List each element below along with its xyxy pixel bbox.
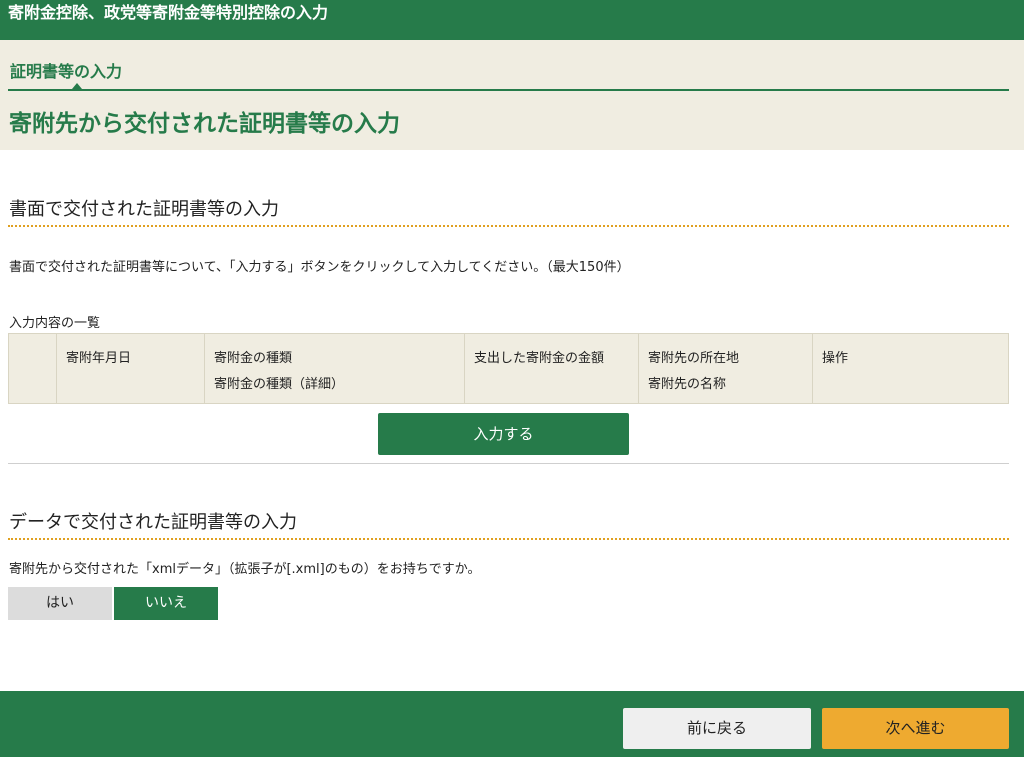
paper-section-divider xyxy=(8,225,1009,227)
header-address-label: 寄附先の所在地 xyxy=(648,351,740,366)
data-section-heading: データで交付された証明書等の入力 xyxy=(9,512,297,533)
table-header-cell-date: 寄附年月日 xyxy=(57,334,205,403)
header-date-label: 寄附年月日 xyxy=(66,351,132,366)
step-caret-icon xyxy=(72,83,82,89)
table-header-cell-recipient: 寄附先の所在地 寄附先の名称 xyxy=(639,334,813,403)
table-header-cell-index xyxy=(9,334,57,403)
window-title: 寄附金控除、政党等寄附金等特別控除の入力 xyxy=(8,3,329,22)
header-actions-label: 操作 xyxy=(822,351,849,366)
header-type-label: 寄附金の種類 xyxy=(214,351,293,366)
next-button[interactable]: 次へ進む xyxy=(822,708,1009,749)
page-title: 寄附先から交付された証明書等の入力 xyxy=(9,111,400,137)
step-underline xyxy=(8,89,1009,91)
header-recipient-name-label: 寄附先の名称 xyxy=(648,377,727,392)
data-section-divider xyxy=(8,538,1009,540)
xml-question: 寄附先から交付された「xmlデータ」（拡張子が[.xml]のもの）をお持ちですか… xyxy=(9,562,481,577)
table-header-cell-type: 寄附金の種類 寄附金の種類（詳細） xyxy=(205,334,465,403)
step-label: 証明書等の入力 xyxy=(10,62,123,81)
yes-option-button[interactable]: はい xyxy=(8,587,112,620)
header-amount-label: 支出した寄附金の金額 xyxy=(474,351,605,366)
entry-table-header: 寄附年月日 寄附金の種類 寄附金の種類（詳細） 支出した寄附金の金額 寄附先の所… xyxy=(8,333,1009,404)
section-separator xyxy=(8,463,1009,464)
table-header-cell-amount: 支出した寄附金の金額 xyxy=(465,334,639,403)
window-title-bar: 寄附金控除、政党等寄附金等特別控除の入力 xyxy=(0,0,1024,40)
list-caption: 入力内容の一覧 xyxy=(9,316,101,331)
back-button[interactable]: 前に戻る xyxy=(623,708,811,749)
paper-section-description: 書面で交付された証明書等について、「入力する」ボタンをクリックして入力してくださ… xyxy=(9,260,630,275)
paper-section-heading: 書面で交付された証明書等の入力 xyxy=(9,199,279,220)
header-type-detail-label: 寄附金の種類（詳細） xyxy=(214,377,345,392)
table-header-cell-actions: 操作 xyxy=(813,334,1008,403)
no-option-button[interactable]: いいえ xyxy=(114,587,218,620)
input-button[interactable]: 入力する xyxy=(378,413,629,455)
